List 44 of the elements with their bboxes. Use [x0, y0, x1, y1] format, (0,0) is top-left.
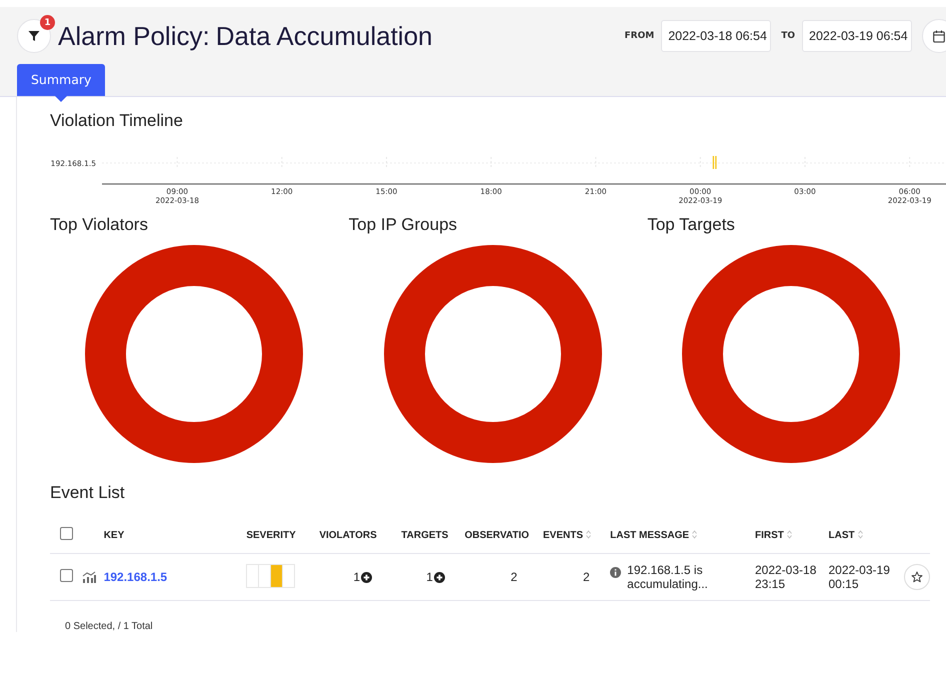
calendar-icon [933, 30, 945, 42]
table-cell: 1 [426, 570, 433, 584]
column-header[interactable]: LAST MESSAGE [610, 530, 690, 540]
row-checkbox[interactable] [60, 569, 73, 582]
column-header: VIOLATORS [319, 530, 377, 540]
chart-title: Top Targets [647, 215, 736, 235]
favorite-button[interactable] [904, 564, 930, 590]
column-header[interactable]: FIRST [754, 530, 784, 540]
summary-tab[interactable]: Summary [17, 64, 106, 96]
select-all-checkbox[interactable] [60, 527, 73, 540]
table-cell: 2022-03-18 23:15 [754, 563, 817, 591]
calendar-button[interactable] [922, 19, 946, 53]
key-link[interactable]: 192.168.1.5 [104, 570, 168, 584]
column-header[interactable]: EVENTS [542, 530, 583, 540]
tab-pointer [55, 96, 68, 102]
page-subtitle: Data Accumulation [216, 20, 432, 52]
section-title: Event List [50, 483, 126, 503]
notification-badge: 1 [40, 15, 55, 30]
column-header: SEVERITY [246, 530, 296, 540]
section-title: Violation Timeline [50, 111, 184, 131]
column-header: TARGETS [401, 530, 448, 540]
to-date-field[interactable]: 2022-03-19 06:54 [802, 20, 912, 52]
from-label: FROM [624, 31, 654, 41]
chart-title: Top Violators [50, 215, 149, 235]
severity-meter [246, 564, 296, 588]
table-cell: 2 [582, 570, 590, 584]
column-header: KEY [104, 530, 124, 540]
table-cell: 2 [510, 570, 518, 584]
page-title: Alarm Policy: [58, 20, 210, 52]
from-date-field[interactable]: 2022-03-18 06:54 [661, 20, 772, 52]
column-header[interactable]: LAST [828, 530, 855, 540]
selection-summary: 0 Selected, / 1 Total [65, 621, 154, 632]
to-label: TO [781, 31, 795, 41]
filter-icon [28, 30, 40, 42]
table-cell: 2022-03-19 00:15 [828, 563, 890, 591]
star-icon [911, 571, 923, 583]
column-header: OBSERVATIO [464, 530, 530, 540]
table-cell: 1 [353, 570, 360, 584]
plus-icon[interactable] [434, 572, 445, 582]
plus-icon[interactable] [361, 572, 372, 582]
chart-icon[interactable] [82, 571, 96, 583]
info-icon [610, 567, 622, 578]
chart-title: Top IP Groups [348, 215, 458, 235]
table-cell-text: 192.168.1.5 is accumulating... [627, 563, 709, 591]
